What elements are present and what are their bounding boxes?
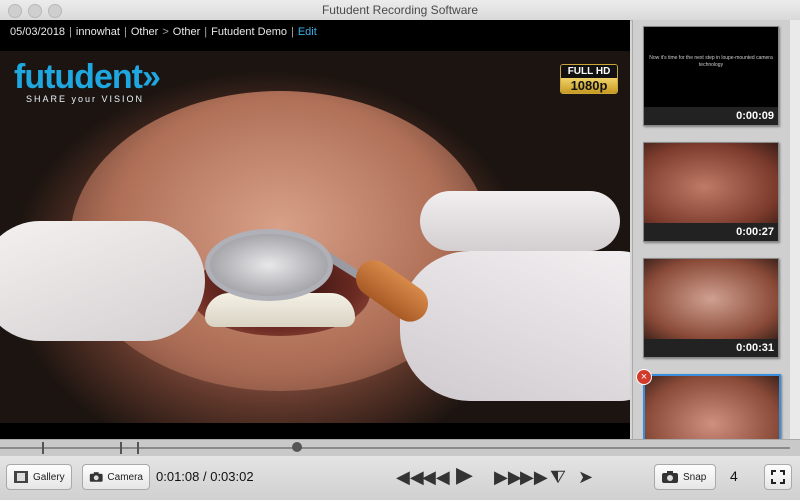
gallery-thumbnail[interactable]: 0:00:31 (643, 258, 779, 358)
close-window-button[interactable] (8, 4, 22, 18)
recording-info-bar: 05/03/2018 | innowhat | Other > Other | Futudent… (0, 21, 327, 43)
skip-back-icon[interactable]: ◀◀ (396, 467, 424, 487)
camera-icon (662, 471, 678, 483)
snapshot-marker[interactable] (120, 442, 122, 454)
timeline-scrubber[interactable] (0, 439, 800, 456)
fullscreen-button[interactable] (764, 464, 792, 490)
gallery-thumbnail-selected[interactable] (643, 374, 781, 439)
play-icon[interactable]: ▶ (456, 464, 473, 486)
snapshot-marker[interactable] (137, 442, 139, 454)
futudent-logo: futudent» SHARE your VISION (14, 58, 161, 104)
thumbnail-time: 0:00:27 (644, 223, 778, 241)
bottom-toolbar: Gallery Camera 0:01:08 / 0:03:02 ◀◀ ◀◀ ▶… (0, 456, 800, 500)
snapshot-marker[interactable] (42, 442, 44, 454)
flip-horizontal-icon[interactable]: ⧨ (550, 467, 566, 487)
send-icon[interactable]: ➤ (578, 467, 593, 487)
dental-mirror (205, 229, 333, 301)
gallery-thumbnail[interactable]: 0:00:27 (643, 142, 779, 242)
video-player[interactable]: futudent» SHARE your VISION FULL HD 1080… (0, 20, 630, 439)
playback-timecode: 0:01:08 / 0:03:02 (156, 469, 254, 484)
recording-category: Other (130, 26, 159, 38)
rewind-icon[interactable]: ◀◀ (422, 467, 450, 487)
camera-button[interactable]: Camera (82, 464, 150, 490)
full-hd-badge: FULL HD 1080p (560, 64, 618, 94)
snap-button[interactable]: Snap (654, 464, 716, 490)
film-icon (14, 471, 28, 483)
recording-user: innowhat (75, 26, 120, 38)
edit-link[interactable]: Edit (298, 26, 317, 38)
fullscreen-icon (771, 470, 785, 484)
skip-forward-icon[interactable]: ▶▶ (520, 467, 548, 487)
recording-date: 05/03/2018 (10, 26, 66, 38)
recording-subcategory: Other (172, 26, 201, 38)
thumbnail-time: 0:00:31 (644, 339, 778, 357)
video-frame (0, 51, 630, 423)
playhead-handle[interactable] (292, 442, 302, 452)
thumbnail-time: 0:00:09 (644, 107, 778, 125)
remove-thumbnail-icon[interactable]: × (636, 369, 652, 385)
minimize-window-button[interactable] (28, 4, 42, 18)
thumbnail-caption: Now it's time for the next step in loupe… (649, 55, 773, 68)
recording-project: Futudent Demo (211, 26, 287, 38)
gallery-thumbnail[interactable]: Now it's time for the next step in loupe… (643, 26, 779, 126)
camera-icon (89, 472, 103, 482)
gallery-scrollbar[interactable] (790, 20, 800, 439)
title-bar: Futudent Recording Software (0, 0, 800, 21)
gallery-button[interactable]: Gallery (6, 464, 72, 490)
fast-forward-icon[interactable]: ▶▶ (494, 467, 522, 487)
window-title: Futudent Recording Software (321, 3, 479, 17)
zoom-window-button[interactable] (48, 4, 62, 18)
gallery-sidebar: Now it's time for the next step in loupe… (632, 20, 791, 439)
snapshot-count: 4 (730, 468, 738, 484)
